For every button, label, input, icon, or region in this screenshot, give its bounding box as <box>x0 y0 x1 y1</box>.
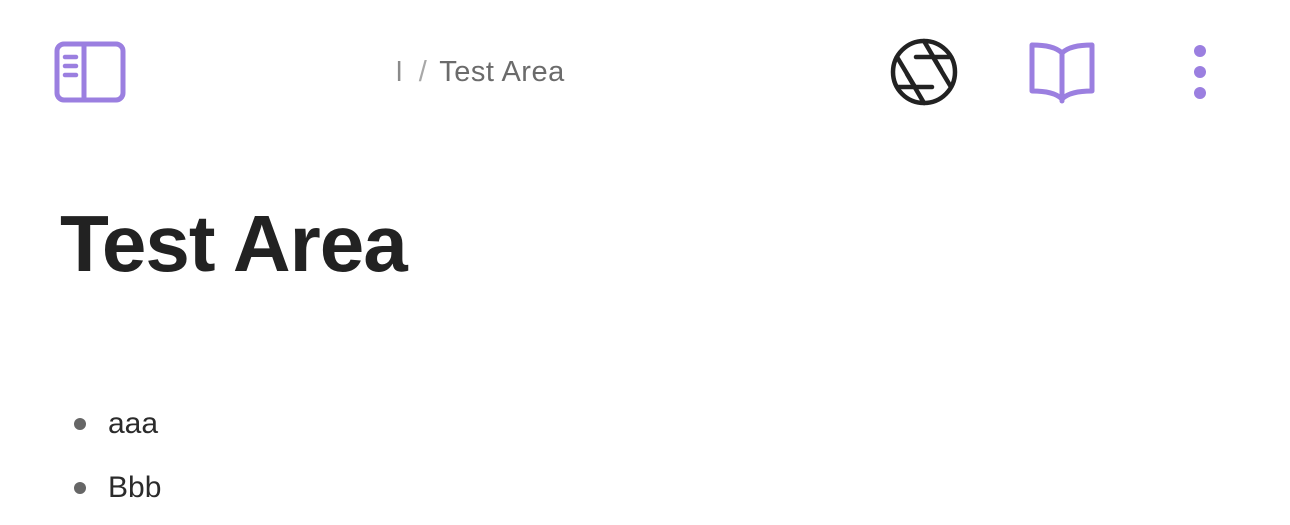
sidebar-toggle-button[interactable] <box>50 38 130 106</box>
breadcrumb: l / Test Area <box>396 52 565 92</box>
camera-button[interactable] <box>886 35 962 109</box>
breadcrumb-folder[interactable]: l <box>396 56 403 88</box>
top-toolbar: l / Test Area <box>0 0 1290 145</box>
bullet-list: aaa Bbb <box>60 392 161 520</box>
note-content: Test Area aaa Bbb <box>60 185 1230 504</box>
list-item[interactable]: Bbb <box>60 456 161 520</box>
vertical-ellipsis-icon <box>1194 45 1206 99</box>
open-book-icon <box>1029 42 1095 104</box>
breadcrumb-separator: / <box>418 55 428 88</box>
page-title: Test Area <box>60 199 408 288</box>
bullet-dot <box>74 482 86 494</box>
bullet-dot <box>74 418 86 430</box>
reading-view-button[interactable] <box>1024 36 1100 108</box>
breadcrumb-current-note[interactable]: Test Area <box>439 56 564 89</box>
list-item-text: aaa <box>108 407 159 440</box>
list-item-text: Bbb <box>108 471 162 504</box>
camera-aperture-icon <box>890 38 958 106</box>
more-options-button[interactable] <box>1176 38 1224 106</box>
list-item[interactable]: aaa <box>60 392 161 456</box>
sidebar-panel-icon <box>54 41 126 103</box>
